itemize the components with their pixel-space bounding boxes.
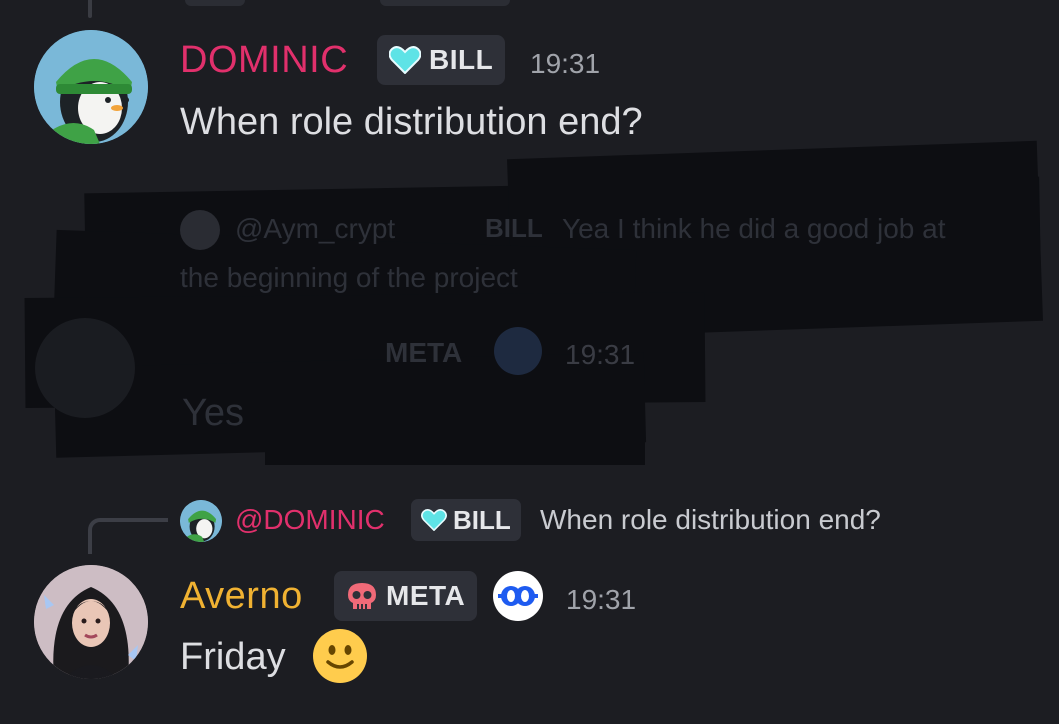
- redacted-reply-text: the beginning of the project: [180, 262, 518, 293]
- role-badge[interactable]: META: [334, 571, 478, 621]
- portrait-avatar-icon: [34, 565, 148, 679]
- reply-connector: [88, 518, 168, 554]
- role-label: BILL: [429, 44, 494, 75]
- redacted-reply-role: BILL: [485, 213, 543, 243]
- penguin-avatar-icon: [180, 500, 222, 542]
- redacted-role: META: [385, 337, 463, 368]
- app-badge[interactable]: [493, 571, 543, 621]
- smile-emoji-icon: [312, 628, 368, 684]
- reply-role-badge: BILL: [411, 499, 521, 541]
- redaction-block: [265, 385, 645, 465]
- clipped-badge: [380, 0, 510, 6]
- clipped-avatar: [185, 0, 245, 6]
- timestamp: 19:31: [566, 584, 637, 615]
- thread-line-top: [88, 0, 92, 18]
- heart-icon: [389, 46, 421, 74]
- redacted-avatar: [180, 210, 220, 250]
- role-label: META: [386, 580, 466, 611]
- reply-author[interactable]: @DOMINIC: [235, 504, 385, 536]
- infinity-eyes-icon: [498, 586, 538, 606]
- avatar-dominic[interactable]: [34, 30, 148, 144]
- author-name[interactable]: Averno: [180, 573, 303, 619]
- redacted-reply-name: @Aym_crypt: [235, 213, 396, 244]
- reply-avatar[interactable]: [180, 500, 222, 542]
- redacted-time: 19:31: [565, 339, 636, 370]
- message-text: When role distribution end?: [180, 101, 643, 143]
- reply-role-label: BILL: [453, 504, 511, 535]
- role-badge[interactable]: BILL: [377, 35, 506, 85]
- redacted-app-icon: [494, 327, 542, 375]
- timestamp: 19:31: [530, 48, 601, 79]
- skull-icon: [348, 583, 376, 609]
- penguin-avatar-icon: [34, 30, 148, 144]
- redacted-text: Yes: [182, 392, 244, 434]
- redacted-reply-text: Yea I think he did a good job at: [562, 213, 946, 244]
- redacted-avatar: [35, 318, 135, 418]
- heart-icon: [421, 509, 447, 531]
- message-text: Friday: [180, 636, 286, 678]
- avatar-averno[interactable]: [34, 565, 148, 679]
- reply-text[interactable]: When role distribution end?: [540, 504, 881, 536]
- author-name[interactable]: DOMINIC: [180, 37, 348, 83]
